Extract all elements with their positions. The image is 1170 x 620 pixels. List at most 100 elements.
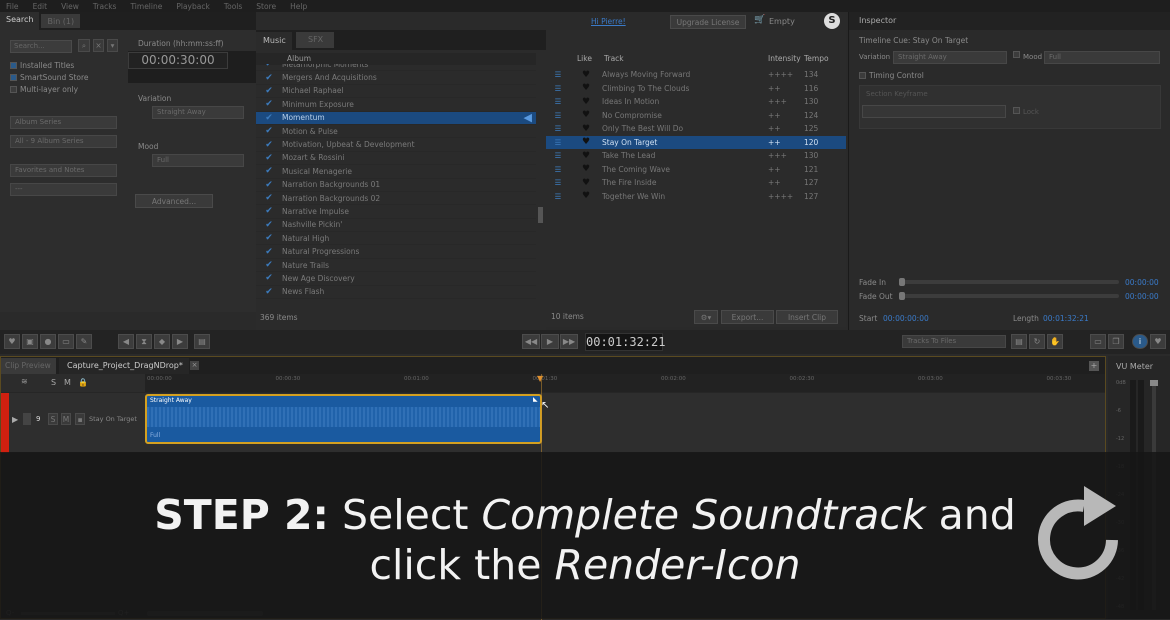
heart-icon[interactable]: ♥ [570, 191, 602, 201]
track-row[interactable]: ☰ ♥ The Fire Inside ++ 127 [546, 176, 846, 190]
menu-store[interactable]: Store [256, 2, 276, 11]
record-arm-indicator[interactable] [1, 393, 9, 453]
hand-icon[interactable]: ✋ [1047, 334, 1063, 349]
checkbox-icon[interactable] [10, 73, 17, 81]
tracks-to-files-select[interactable]: Tracks To Files [902, 335, 1006, 348]
refresh-icon[interactable]: ↻ [1029, 334, 1045, 349]
rewind-icon[interactable]: ◀◀ [522, 334, 540, 349]
tempo-header[interactable]: Tempo [804, 54, 829, 63]
track-row[interactable]: ☰ ♥ Climbing To The Clouds ++ 116 [546, 82, 846, 96]
album-row[interactable]: ✔ Momentum ◀ [256, 111, 536, 125]
solo-all-icon[interactable]: S [51, 378, 56, 387]
filter-multilayer[interactable]: Multi-layer only [10, 83, 89, 95]
track-row[interactable]: ☰ ♥ Together We Win ++++ 127 [546, 190, 846, 204]
track-row[interactable]: ☰ ♥ Only The Best Will Do ++ 125 [546, 122, 846, 136]
copy-icon[interactable]: ❐ [1108, 334, 1124, 349]
timeline-clip[interactable]: Straight Away Full ◣ [145, 394, 542, 444]
album-row[interactable]: ✔ Natural High [256, 232, 536, 246]
track-lines-icon[interactable]: ☰ [546, 192, 570, 201]
import-icon[interactable]: ▣ [22, 334, 38, 349]
pencil-icon[interactable]: ✎ [76, 334, 92, 349]
upgrade-button[interactable]: Upgrade License [670, 15, 746, 29]
split-icon[interactable]: ⧗ [136, 334, 152, 349]
tab-bin[interactable]: Bin (1) [41, 14, 81, 28]
heart-icon[interactable]: ♥ [570, 137, 602, 147]
window-icon[interactable]: ▭ [1090, 334, 1106, 349]
smartsound-logo-icon[interactable]: S [824, 13, 840, 29]
variation-select[interactable]: Straight Away [152, 106, 244, 119]
section-keyframe-select[interactable] [862, 105, 1006, 118]
album-row[interactable]: ✔ Narration Backgrounds 01 [256, 179, 536, 192]
heart-icon[interactable]: ♥ [4, 334, 20, 349]
search-input[interactable]: Search... [10, 40, 72, 53]
notes-select[interactable]: --- [10, 183, 117, 196]
menu-playback[interactable]: Playback [176, 2, 209, 11]
heart-icon[interactable]: ♥ [570, 151, 602, 161]
marker-icon[interactable]: ◆ [154, 334, 170, 349]
mute-button[interactable]: M [61, 413, 71, 425]
clip-end-marker-icon[interactable]: ◣ [533, 396, 538, 403]
fast-forward-icon[interactable]: ▶▶ [560, 334, 578, 349]
heart-icon[interactable]: ♥ [570, 110, 602, 120]
close-tab-icon[interactable]: × [190, 361, 199, 370]
clear-icon[interactable]: × [93, 39, 104, 52]
record-icon[interactable]: ● [40, 334, 56, 349]
checkbox-icon[interactable] [10, 85, 17, 93]
track-row[interactable]: ☰ ♥ Take The Lead +++ 130 [546, 149, 846, 163]
advanced-button[interactable]: Advanced... [135, 194, 213, 208]
track-row[interactable]: ☰ ♥ Always Moving Forward ++++ 134 [546, 68, 846, 82]
lock-all-icon[interactable]: 🔒 [78, 378, 88, 387]
checkbox-icon[interactable] [10, 61, 17, 69]
favorite-icon[interactable]: ♥ [1150, 334, 1166, 349]
layers-icon[interactable]: ≋ [21, 377, 28, 386]
add-track-icon[interactable]: + [1089, 361, 1099, 371]
expand-icon[interactable]: ▶ [12, 415, 18, 424]
album-row[interactable]: ✔ Metamorphic Moments [256, 64, 536, 72]
export-button[interactable]: Export... [721, 310, 774, 324]
render-icon[interactable]: ▤ [1011, 334, 1027, 349]
timeline-ruler[interactable]: 00:00:00 00:00:30 00:01:00 00:01:30 00:02:00… [145, 374, 1105, 392]
track-row[interactable]: ☰ ♥ No Compromise ++ 124 [546, 109, 846, 123]
track-row[interactable]: ☰ ♥ Ideas In Motion +++ 130 [546, 95, 846, 109]
album-row[interactable]: ✔ Motivation, Upbeat & Development [256, 138, 536, 152]
album-row[interactable]: ✔ Michael Raphael [256, 85, 536, 99]
album-row[interactable]: ✔ News Flash [256, 286, 536, 300]
solo-button[interactable]: S [48, 413, 58, 425]
heart-icon[interactable]: ♥ [570, 124, 602, 134]
track-row[interactable]: ☰ ♥ Stay On Target ++ 120 [546, 135, 846, 149]
album-row[interactable]: ✔ Natural Progressions [256, 245, 536, 259]
play-icon[interactable]: ▶ [541, 334, 559, 349]
track-lines-icon[interactable]: ☰ [546, 97, 570, 106]
prev-marker-icon[interactable]: ◀ [118, 334, 134, 349]
track-row[interactable]: ☰ ♥ The Coming Wave ++ 121 [546, 163, 846, 177]
album-series-select[interactable]: Album Series [10, 116, 117, 129]
video-icon[interactable]: ▭ [58, 334, 74, 349]
timing-control[interactable]: Timing Control [859, 69, 924, 81]
search-icon[interactable]: ⌕ [78, 39, 90, 52]
track-header-name[interactable]: Track [604, 54, 624, 63]
menu-help[interactable]: Help [290, 2, 307, 11]
user-link[interactable]: Hi Pierre! [591, 17, 626, 26]
mood-select[interactable]: Full [152, 154, 244, 167]
album-scrollbar[interactable] [538, 207, 543, 223]
fade-in-slider[interactable] [899, 278, 1119, 286]
favorites-select[interactable]: Favorites and Notes [10, 164, 117, 177]
lock-button[interactable]: ▪ [75, 413, 85, 425]
track-lines-icon[interactable]: ☰ [546, 84, 570, 93]
like-header[interactable]: Like [577, 54, 592, 63]
album-row[interactable]: ✔ Nashville Pickin' [256, 219, 536, 233]
settings-icon[interactable]: ⚙▾ [694, 310, 718, 324]
inspector-variation-select[interactable]: Straight Away [893, 51, 1007, 64]
note-icon[interactable]: ▤ [194, 334, 210, 349]
menu-file[interactable]: File [6, 2, 19, 11]
info-icon[interactable]: i [1132, 334, 1148, 349]
menu-timeline[interactable]: Timeline [130, 2, 162, 11]
next-marker-icon[interactable]: ▶ [172, 334, 188, 349]
album-row[interactable]: ✔ New Age Discovery [256, 272, 536, 286]
intensity-header[interactable]: Intensity [768, 54, 801, 63]
track-lines-icon[interactable]: ☰ [546, 151, 570, 160]
insert-clip-button[interactable]: Insert Clip [776, 310, 838, 324]
album-row[interactable]: ✔ Musical Menagerie [256, 165, 536, 179]
heart-icon[interactable]: ♥ [570, 70, 602, 80]
album-row[interactable]: ✔ Narrative Impulse [256, 205, 536, 219]
